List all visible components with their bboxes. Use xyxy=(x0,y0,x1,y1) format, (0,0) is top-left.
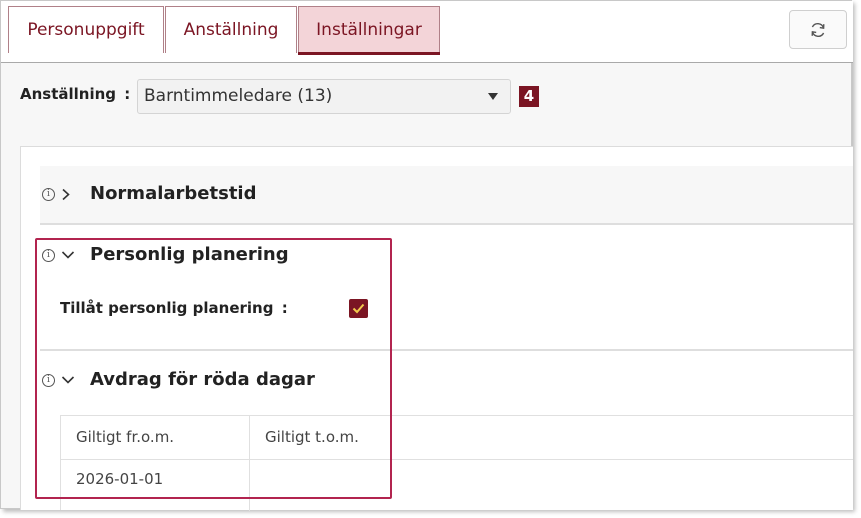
tab-personuppgift[interactable]: Personuppgift xyxy=(8,6,164,53)
chevron-right-icon[interactable] xyxy=(61,188,71,201)
tab-installningar-label: Inställningar xyxy=(316,20,422,40)
tab-personuppgift-label: Personuppgift xyxy=(27,20,145,40)
employment-label-text: Anställning xyxy=(20,85,117,103)
tab-anstallning[interactable]: Anställning xyxy=(165,6,297,53)
section-divider xyxy=(40,223,853,225)
highlight-box xyxy=(35,238,392,499)
tab-anstallning-label: Anställning xyxy=(183,20,279,40)
tab-bar: Personuppgift Anställning Inställningar xyxy=(1,1,853,63)
chevron-down-icon xyxy=(488,93,498,100)
employment-label-colon: : xyxy=(124,85,131,103)
app-window: Personuppgift Anställning Inställningar … xyxy=(0,0,853,511)
employment-select[interactable]: Barntimmeledare (13) xyxy=(137,79,511,114)
section-title-normalarbetstid[interactable]: Normalarbetstid xyxy=(90,183,256,204)
tab-installningar[interactable]: Inställningar xyxy=(298,6,440,55)
refresh-button[interactable] xyxy=(789,10,847,49)
employment-label: Anställning : xyxy=(20,85,130,103)
active-tab-underline xyxy=(298,52,440,55)
info-icon[interactable]: i xyxy=(42,188,55,201)
employment-select-value: Barntimmeledare (13) xyxy=(144,86,333,106)
refresh-icon xyxy=(811,22,825,37)
count-badge: 4 xyxy=(519,86,539,107)
